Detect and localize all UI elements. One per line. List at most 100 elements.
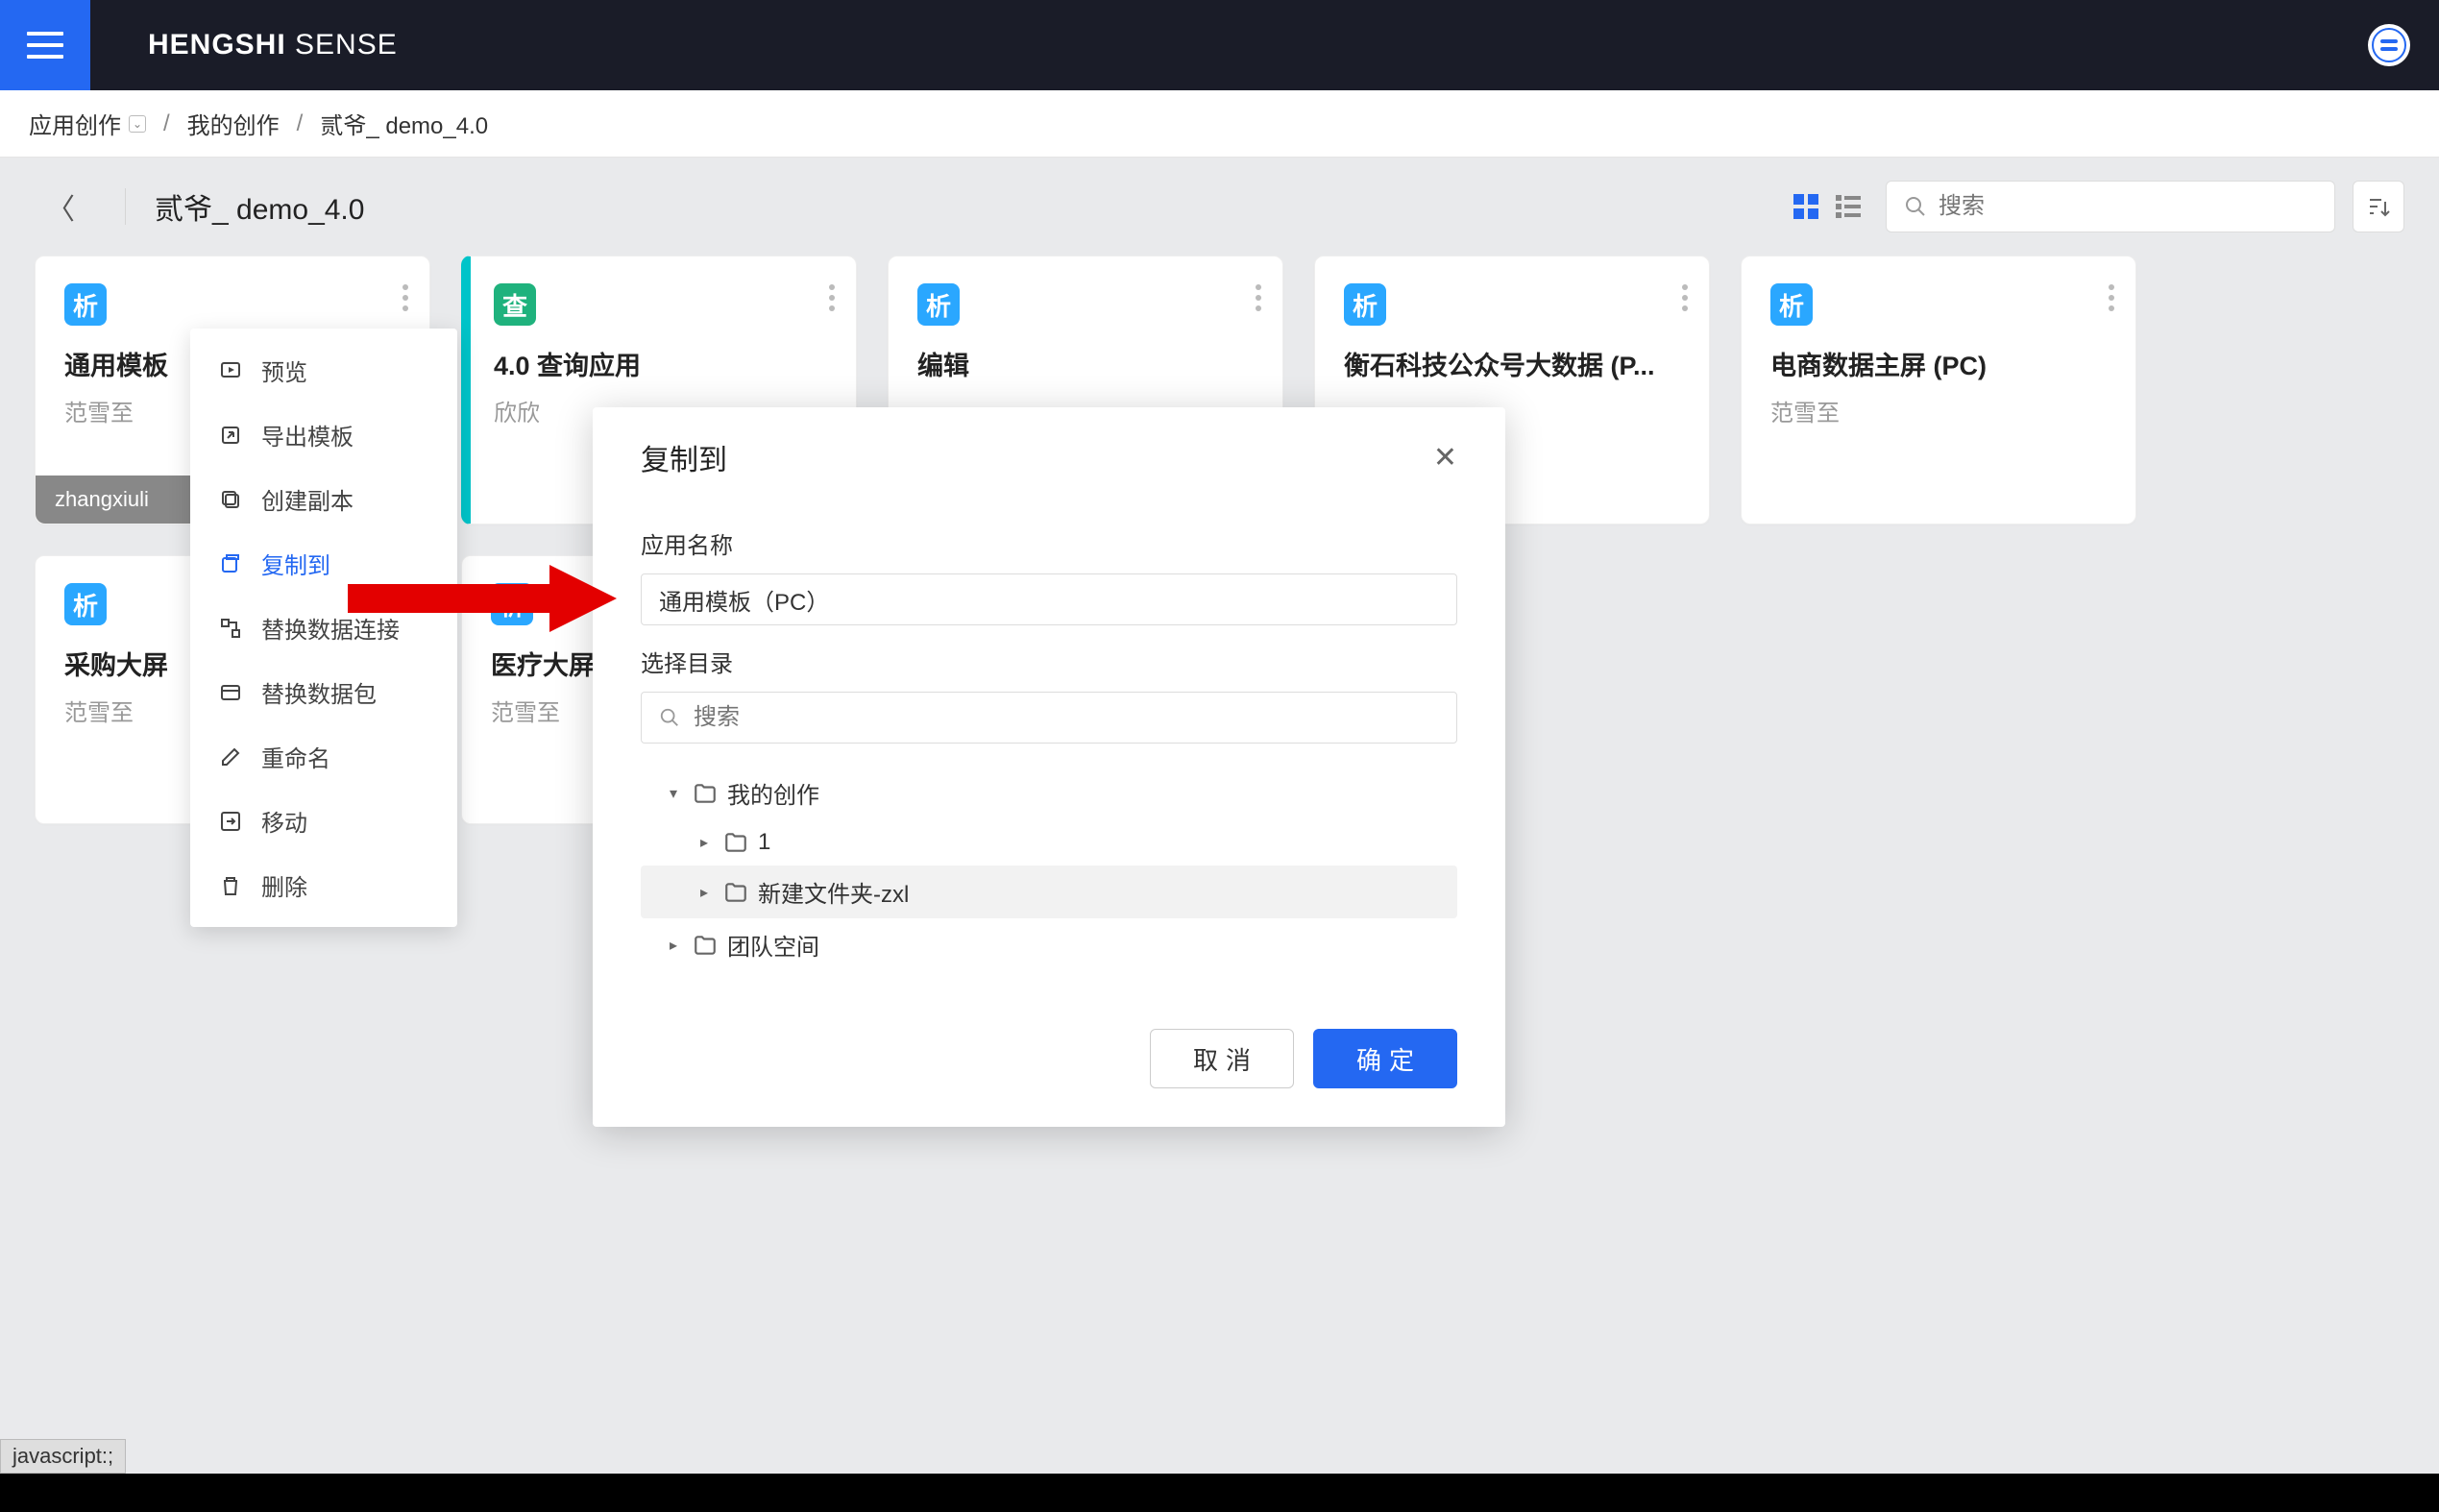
tree-label: 团队空间 [727, 928, 819, 962]
statusbar [0, 1474, 2439, 1512]
tree-node-folder2[interactable]: ▸ 新建文件夹-zxl [641, 866, 1457, 918]
menu-preview[interactable]: 预览 [190, 338, 457, 402]
copy-to-modal: 复制到 ✕ 应用名称 选择目录 ▾ 我的创作 ▸ 1 ▸ 新建文件夹-zxl [593, 407, 1505, 1127]
menu-label: 导出模板 [261, 418, 354, 451]
modal-footer: 取消 确定 [593, 1000, 1505, 1127]
card-title: 编辑 [917, 345, 1254, 382]
move-icon [217, 808, 244, 835]
list-icon [1835, 193, 1862, 220]
search-icon [1904, 195, 1927, 218]
breadcrumb-mywork[interactable]: 我的创作 [187, 107, 280, 140]
caret-right-icon: ▸ [700, 833, 714, 852]
analysis-badge-icon: 析 [1344, 283, 1386, 326]
search-icon [659, 707, 680, 728]
cancel-button[interactable]: 取消 [1150, 1029, 1294, 1088]
app-card[interactable]: 析 电商数据主屏 (PC) 范雪至 [1741, 256, 2136, 524]
tree-node-folder1[interactable]: ▸ 1 [641, 819, 1457, 866]
grid-icon [1793, 193, 1819, 220]
menu-replace-pkg[interactable]: 替换数据包 [190, 660, 457, 724]
modal-title: 复制到 [641, 436, 727, 478]
breadcrumb-current: 贰爷_ demo_4.0 [320, 107, 488, 140]
folder-tree: ▾ 我的创作 ▸ 1 ▸ 新建文件夹-zxl ▸ 团队空间 [641, 767, 1457, 971]
app-name-input[interactable] [641, 573, 1457, 625]
avatar-icon [2372, 28, 2406, 62]
analysis-badge-icon: 析 [1770, 283, 1813, 326]
sort-button[interactable] [2353, 181, 2404, 232]
sort-icon [2366, 194, 2391, 219]
grid-view-button[interactable] [1792, 192, 1820, 221]
analysis-badge-icon: 析 [64, 283, 107, 326]
divider [125, 188, 126, 225]
card-more-button[interactable] [829, 280, 835, 316]
menu-duplicate[interactable]: 创建副本 [190, 467, 457, 531]
tree-label: 我的创作 [727, 776, 819, 810]
modal-close-button[interactable]: ✕ [1433, 441, 1457, 475]
label-select-dir: 选择目录 [641, 645, 1457, 678]
rename-icon [217, 744, 244, 770]
page-title: 贰爷_ demo_4.0 [155, 185, 364, 228]
menu-label: 替换数据包 [261, 675, 377, 709]
tree-label: 新建文件夹-zxl [758, 875, 909, 909]
tree-node-teamspace[interactable]: ▸ 团队空间 [641, 918, 1457, 971]
query-badge-icon: 查 [494, 283, 536, 326]
menu-label: 移动 [261, 804, 307, 838]
card-more-button[interactable] [402, 280, 408, 316]
page-header: 〈 贰爷_ demo_4.0 [0, 158, 2439, 256]
analysis-badge-icon: 析 [917, 283, 960, 326]
caret-right-icon: ▸ [700, 883, 714, 902]
list-view-button[interactable] [1834, 192, 1863, 221]
analysis-badge-icon: 析 [64, 583, 107, 625]
view-toggle [1792, 192, 1863, 221]
card-more-button[interactable] [1256, 280, 1261, 316]
hamburger-menu-button[interactable] [0, 0, 90, 90]
dir-search-input[interactable] [694, 704, 1439, 731]
delete-icon [217, 872, 244, 899]
duplicate-icon [217, 486, 244, 513]
replace-pkg-icon [217, 679, 244, 706]
hamburger-icon [27, 32, 63, 59]
search-box[interactable] [1886, 181, 2335, 232]
breadcrumb: 应用创作 ⌄ / 我的创作 / 贰爷_ demo_4.0 [0, 90, 2439, 158]
menu-delete[interactable]: 删除 [190, 853, 457, 917]
modal-header: 复制到 ✕ [593, 407, 1505, 498]
card-more-button[interactable] [1682, 280, 1688, 316]
menu-label: 预览 [261, 354, 307, 387]
menu-label: 删除 [261, 868, 307, 902]
breadcrumb-separator: / [163, 110, 170, 137]
export-icon [217, 422, 244, 449]
annotation-arrow [348, 565, 617, 637]
card-title: 电商数据主屏 (PC) [1770, 345, 2107, 382]
folder-icon [693, 781, 718, 806]
chevron-down-icon: ⌄ [129, 115, 146, 133]
caret-down-icon: ▾ [670, 784, 683, 803]
topbar: HENGSHI SENSE [0, 0, 2439, 90]
copyto-icon [217, 550, 244, 577]
brand-logo: HENGSHI SENSE [148, 29, 398, 61]
back-button[interactable]: 〈 [35, 182, 86, 232]
menu-label: 复制到 [261, 547, 330, 580]
folder-icon [723, 880, 748, 905]
menu-rename[interactable]: 重命名 [190, 724, 457, 789]
card-more-button[interactable] [2109, 280, 2114, 316]
user-avatar[interactable] [2368, 24, 2410, 66]
breadcrumb-root[interactable]: 应用创作 ⌄ [29, 107, 146, 140]
dir-search-box[interactable] [641, 692, 1457, 744]
menu-label: 创建副本 [261, 482, 354, 516]
folder-icon [693, 933, 718, 958]
search-input[interactable] [1939, 193, 2317, 220]
menu-export[interactable]: 导出模板 [190, 402, 457, 467]
modal-body: 应用名称 选择目录 ▾ 我的创作 ▸ 1 ▸ 新建文件夹-zxl [593, 498, 1505, 1000]
preview-icon [217, 357, 244, 384]
folder-icon [723, 830, 748, 855]
breadcrumb-separator: / [297, 110, 304, 137]
label-app-name: 应用名称 [641, 526, 1457, 560]
tree-node-mywork[interactable]: ▾ 我的创作 [641, 767, 1457, 819]
card-title: 衡石科技公众号大数据 (P... [1344, 345, 1680, 382]
tree-label: 1 [758, 829, 770, 856]
card-owner: 范雪至 [1770, 394, 2107, 427]
menu-label: 重命名 [261, 740, 330, 773]
confirm-button[interactable]: 确定 [1313, 1029, 1457, 1088]
caret-right-icon: ▸ [670, 936, 683, 955]
menu-move[interactable]: 移动 [190, 789, 457, 853]
replace-conn-icon [217, 615, 244, 642]
